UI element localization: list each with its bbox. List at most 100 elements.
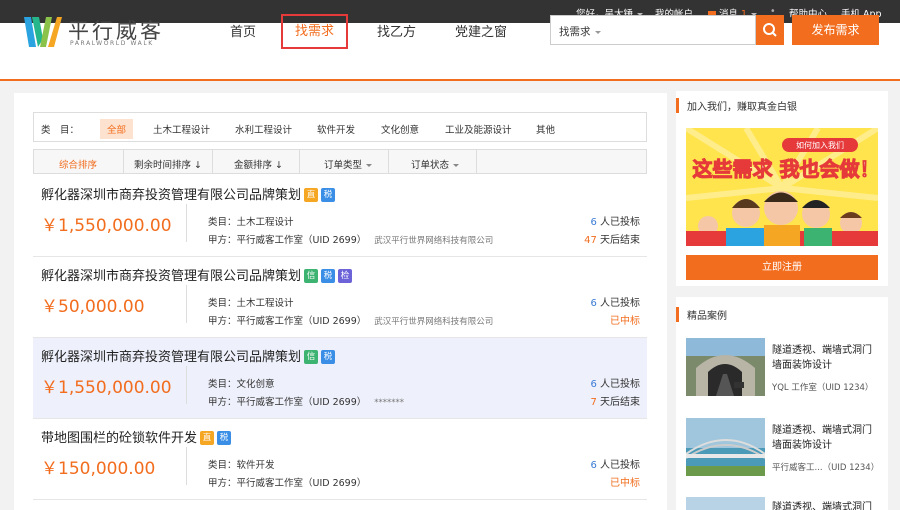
listing-status: 已中标 bbox=[610, 312, 640, 327]
bids-label: 人已投标 bbox=[600, 379, 640, 390]
listing-row[interactable]: 孵化器深圳市商弃投资管理有限公司品牌策划信税 ￥1,550,000.00 类目：文化… bbox=[33, 338, 647, 419]
bids-count: 6 bbox=[590, 217, 597, 228]
listing-client-text: 甲方：平行威客工作室（UID 2699） bbox=[208, 397, 367, 408]
listing-badge: 直 bbox=[200, 431, 215, 445]
filter-label: 类 目： bbox=[41, 125, 80, 136]
status-label: 已中标 bbox=[610, 478, 640, 489]
nav-party-window[interactable]: 党建之窗 bbox=[455, 21, 507, 40]
listing-client: 甲方：平行威客工作室（UID 2699） ******* bbox=[208, 394, 404, 408]
category-software[interactable]: 软件开发 bbox=[317, 122, 355, 136]
listing-client: 甲方：平行威客工作室（UID 2699） bbox=[208, 475, 374, 489]
featured-cases-title: 精品案例 bbox=[676, 307, 727, 322]
listing-title[interactable]: 孵化器深圳市商弃投资管理有限公司品牌策划信税检 bbox=[41, 265, 353, 284]
case-author: YQL 工作室（UID 1234） bbox=[772, 383, 874, 393]
category-filter: 类 目： 全部 土木工程设计 水利工程设计 软件开发 文化创意 工业及能源设计 … bbox=[33, 112, 647, 142]
join-us-title: 加入我们，赚取真金白银 bbox=[676, 98, 797, 113]
sort-amount[interactable]: 金额排序 ↓ bbox=[234, 157, 283, 171]
case-title[interactable]: 隧道透视、端墙式洞门 墙面装饰设计 bbox=[772, 423, 872, 453]
bids-label: 人已投标 bbox=[600, 460, 640, 471]
search-type-label: 找需求 bbox=[559, 26, 591, 38]
divider bbox=[476, 150, 477, 174]
case-title-line2: 墙面装饰设计 bbox=[772, 360, 832, 371]
nav-find-demand[interactable]: 找需求 bbox=[281, 14, 348, 49]
bids-label: 人已投标 bbox=[600, 217, 640, 228]
case-author: 平行威客工...（UID 1234） bbox=[772, 463, 880, 473]
category-other[interactable]: 其他 bbox=[536, 122, 555, 136]
nav-home[interactable]: 首页 bbox=[230, 21, 256, 40]
listing-title[interactable]: 带地图围栏的砼锁软件开发直税 bbox=[41, 427, 232, 446]
case-thumbnail[interactable] bbox=[686, 418, 765, 476]
category-industry[interactable]: 工业及能源设计 bbox=[445, 122, 512, 136]
listing-category: 类目：土木工程设计 bbox=[208, 298, 294, 309]
category-water[interactable]: 水利工程设计 bbox=[235, 122, 292, 136]
listing-badge: 信 bbox=[304, 269, 319, 283]
chevron-down-icon bbox=[594, 30, 601, 34]
listing-category: 类目：文化创意 bbox=[208, 379, 275, 390]
case-title[interactable]: 隧道透视、端墙式洞门 bbox=[772, 500, 872, 510]
listing-price: ￥1,550,000.00 bbox=[41, 378, 172, 398]
nav-find-provider[interactable]: 找乙方 bbox=[377, 21, 416, 40]
case-title[interactable]: 隧道透视、端墙式洞门 墙面装饰设计 bbox=[772, 343, 872, 373]
listing-bids: 6 人已投标 bbox=[590, 294, 640, 309]
listing-client: 甲方：平行威客工作室（UID 2699） 武汉平行世界网络科技有限公司 bbox=[208, 232, 493, 246]
sort-bar: 综合排序 剩余时间排序 ↓ 金额排序 ↓ 订单类型 订单状态 bbox=[33, 149, 647, 174]
publish-demand-button[interactable]: 发布需求 bbox=[792, 15, 879, 45]
status-number: 7 bbox=[590, 397, 597, 408]
sort-order-type[interactable]: 订单类型 bbox=[324, 157, 373, 171]
status-number: 47 bbox=[584, 235, 597, 246]
divider bbox=[186, 366, 187, 404]
divider bbox=[186, 285, 187, 323]
divider bbox=[212, 150, 213, 174]
listing-title-text: 孵化器深圳市商弃投资管理有限公司品牌策划 bbox=[41, 188, 302, 203]
listing-category: 类目：软件开发 bbox=[208, 460, 275, 471]
category-culture[interactable]: 文化创意 bbox=[381, 122, 419, 136]
listing-company: 武汉平行世界网络科技有限公司 bbox=[374, 317, 494, 327]
chevron-down-icon bbox=[366, 164, 373, 167]
listing-bids: 6 人已投标 bbox=[590, 375, 640, 390]
divider bbox=[123, 150, 124, 174]
sort-order-type-label: 订单类型 bbox=[324, 160, 363, 171]
search-icon bbox=[763, 23, 777, 37]
listing-client: 甲方：平行威客工作室（UID 2699） 武汉平行世界网络科技有限公司 bbox=[208, 313, 493, 327]
sort-time[interactable]: 剩余时间排序 ↓ bbox=[134, 157, 202, 171]
listing-row[interactable]: 孵化器深圳市商弃投资管理有限公司品牌策划直税 ￥1,550,000.00 类目：土木… bbox=[33, 176, 647, 257]
register-button[interactable]: 立即注册 bbox=[686, 255, 878, 280]
search-input[interactable]: 找需求 bbox=[550, 15, 756, 45]
listing-row[interactable]: 带地图围栏的砼锁软件开发直税 ￥150,000.00 类目：软件开发甲方：平行威客工… bbox=[33, 419, 647, 500]
case-thumbnail[interactable] bbox=[686, 497, 765, 510]
bids-count: 6 bbox=[590, 460, 597, 471]
listing-badge: 税 bbox=[321, 269, 336, 283]
listing-badge: 检 bbox=[338, 269, 353, 283]
case-thumbnail[interactable] bbox=[686, 338, 765, 396]
divider bbox=[299, 150, 300, 174]
listing-title-text: 孵化器深圳市商弃投资管理有限公司品牌策划 bbox=[41, 269, 302, 284]
listing-badge: 税 bbox=[321, 188, 336, 202]
divider bbox=[186, 204, 187, 242]
sort-order-status[interactable]: 订单状态 bbox=[411, 157, 460, 171]
status-label: 已中标 bbox=[610, 316, 640, 327]
search-type-select[interactable]: 找需求 bbox=[559, 24, 601, 39]
listing-category: 类目：土木工程设计 bbox=[208, 217, 294, 228]
listing-title[interactable]: 孵化器深圳市商弃投资管理有限公司品牌策划信税 bbox=[41, 346, 336, 365]
bids-count: 6 bbox=[590, 298, 597, 309]
listing-status: 47 天后结束 bbox=[584, 231, 640, 246]
join-us-banner[interactable]: 如何加入我们 这些需求 我也会做！ bbox=[686, 128, 878, 246]
listing-company: ******* bbox=[374, 398, 405, 408]
listing-status: 已中标 bbox=[610, 474, 640, 489]
listing-title[interactable]: 孵化器深圳市商弃投资管理有限公司品牌策划直税 bbox=[41, 184, 336, 203]
bids-label: 人已投标 bbox=[600, 298, 640, 309]
listing-title-text: 孵化器深圳市商弃投资管理有限公司品牌策划 bbox=[41, 350, 302, 365]
logo-icon[interactable] bbox=[24, 17, 62, 47]
listing-badge: 税 bbox=[217, 431, 232, 445]
listing-row[interactable]: 孵化器深圳市商弃投资管理有限公司品牌策划信税检 ￥50,000.00 类目：土木工程… bbox=[33, 257, 647, 338]
status-label: 天后结束 bbox=[600, 235, 640, 246]
category-civil[interactable]: 土木工程设计 bbox=[153, 122, 210, 136]
listing-badge: 信 bbox=[304, 350, 319, 364]
listing-price: ￥150,000.00 bbox=[41, 459, 156, 479]
listing-title-text: 带地图围栏的砼锁软件开发 bbox=[41, 431, 198, 446]
case-title-line1: 隧道透视、端墙式洞门 bbox=[772, 345, 872, 356]
sort-default[interactable]: 综合排序 bbox=[59, 157, 97, 171]
category-all[interactable]: 全部 bbox=[100, 119, 134, 139]
listing-badge: 税 bbox=[321, 350, 336, 364]
search-button[interactable] bbox=[756, 15, 784, 45]
